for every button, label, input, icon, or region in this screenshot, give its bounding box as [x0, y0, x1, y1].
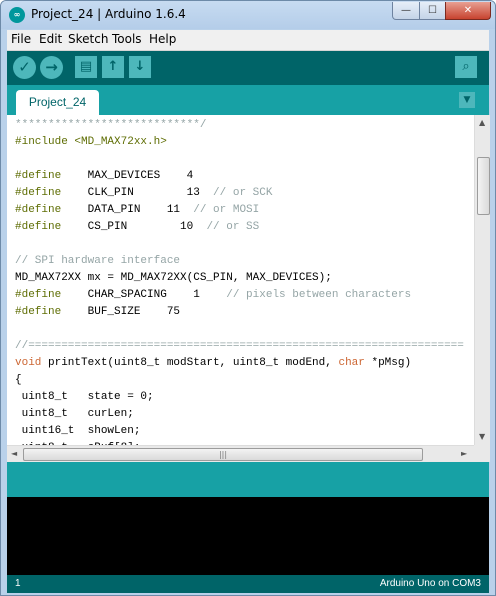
arduino-icon: ∞: [9, 7, 25, 23]
code-line: MD_MAX72XX mx = MD_MAX72XX(CS_PIN, MAX_D…: [15, 272, 332, 284]
close-button[interactable]: ✕: [445, 2, 491, 20]
code-line: uint8_t state = 0;: [15, 391, 154, 403]
scroll-down-icon[interactable]: ▼: [479, 432, 485, 441]
new-sketch-button[interactable]: ▤: [75, 56, 97, 78]
vertical-scrollbar[interactable]: ▲ ▼: [474, 115, 490, 445]
menu-bar: File Edit Sketch Tools Help: [7, 30, 489, 51]
tab-bar: Project_24 ▼: [7, 85, 489, 115]
horizontal-scrollbar[interactable]: ◄ ||| ►: [7, 445, 474, 462]
code-line: void printText(uint8_t modStart, uint8_t…: [15, 357, 412, 369]
code-line: #define MAX_DEVICES 4: [15, 170, 194, 182]
code-line: #include <MD_MAX72xx.h>: [15, 136, 167, 148]
code-editor[interactable]: ****************************/ #include <M…: [7, 115, 474, 445]
verify-button[interactable]: ✓: [13, 56, 36, 79]
code-line: ****************************/: [15, 119, 207, 131]
board-port-label: Arduino Uno on COM3: [379, 578, 481, 589]
minimize-button[interactable]: —: [392, 2, 420, 20]
menu-file[interactable]: File: [11, 32, 31, 46]
code-line: uint8_t curLen;: [15, 408, 134, 420]
scroll-corner: [474, 445, 490, 462]
menu-help[interactable]: Help: [149, 32, 176, 46]
app-window: ∞ Project_24 | Arduino 1.6.4 — ☐ ✕ File …: [0, 0, 496, 596]
serial-monitor-button[interactable]: ⌕: [455, 56, 477, 78]
horizontal-scroll-thumb[interactable]: |||: [23, 448, 423, 461]
code-line: #define DATA_PIN 11 // or MOSI: [15, 204, 260, 216]
line-number: 1: [15, 578, 21, 589]
menu-edit[interactable]: Edit: [39, 32, 62, 46]
maximize-button[interactable]: ☐: [419, 2, 446, 20]
scroll-left-icon[interactable]: ◄: [11, 449, 17, 458]
save-sketch-button[interactable]: ↓: [129, 56, 151, 78]
title-bar: ∞ Project_24 | Arduino 1.6.4 — ☐ ✕: [1, 1, 495, 29]
code-line: #define BUF_SIZE 75: [15, 306, 181, 318]
open-sketch-button[interactable]: ↑: [102, 56, 124, 78]
tab-menu-icon[interactable]: ▼: [459, 92, 475, 108]
menu-sketch[interactable]: Sketch: [68, 32, 108, 46]
message-area: [7, 462, 489, 497]
menu-tools[interactable]: Tools: [112, 32, 142, 46]
code-line: uint16_t showLen;: [15, 425, 141, 437]
console-output: [7, 497, 489, 575]
code-line: //======================================…: [15, 340, 464, 352]
scroll-up-icon[interactable]: ▲: [479, 118, 485, 127]
code-line: // SPI hardware interface: [15, 255, 181, 267]
upload-button[interactable]: →: [40, 56, 63, 79]
code-line: {: [15, 374, 22, 386]
vertical-scroll-thumb[interactable]: [477, 157, 490, 215]
scroll-right-icon[interactable]: ►: [461, 449, 467, 458]
code-line: #define CLK_PIN 13 // or SCK: [15, 187, 273, 199]
toolbar: ✓ → ▤ ↑ ↓ ⌕: [7, 51, 489, 85]
window-title: Project_24 | Arduino 1.6.4: [31, 7, 186, 21]
status-bar: 1 Arduino Uno on COM3: [7, 575, 489, 593]
code-line: #define CHAR_SPACING 1 // pixels between…: [15, 289, 412, 301]
code-line: #define CS_PIN 10 // or SS: [15, 221, 260, 233]
tab-project-24[interactable]: Project_24: [16, 90, 99, 115]
